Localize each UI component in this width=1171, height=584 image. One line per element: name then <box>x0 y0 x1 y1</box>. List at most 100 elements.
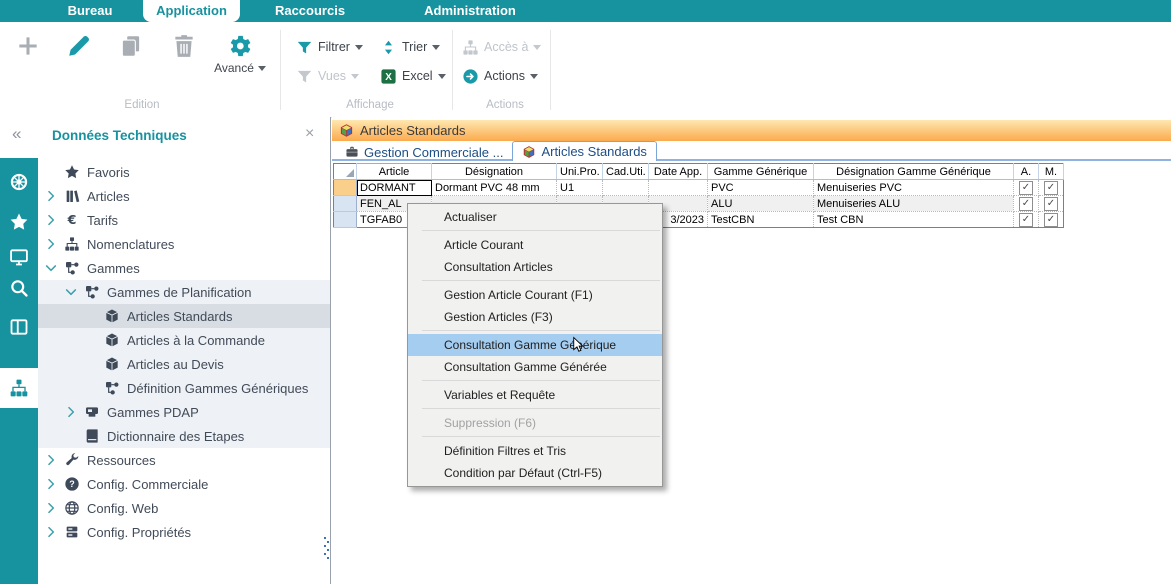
actions-button[interactable]: Actions <box>462 65 538 87</box>
menu-item-condition-par-defaut-ctrl-f5[interactable]: Condition par Défaut (Ctrl-F5) <box>408 462 662 484</box>
cell-designation_gamme[interactable]: Test CBN <box>814 212 1014 228</box>
menu-tab-application[interactable]: Application <box>143 0 240 22</box>
rail-item-technical-data-tree[interactable] <box>0 368 38 408</box>
branch-icon <box>64 260 80 276</box>
column-header-uni-pro[interactable]: Uni.Pro. <box>557 164 603 180</box>
sidebar-item-articles-standards[interactable]: Articles Standards <box>38 304 330 328</box>
rail-item-search[interactable] <box>0 268 38 308</box>
chevron-right-icon[interactable] <box>44 525 58 539</box>
cell-designation[interactable]: Dormant PVC 48 mm <box>432 180 557 196</box>
column-header-gamme-generique[interactable]: Gamme Générique <box>708 164 814 180</box>
chevron-right-icon[interactable] <box>44 237 58 251</box>
chevron-right-icon[interactable] <box>64 405 78 419</box>
avance-button[interactable]: Avancé <box>205 33 275 75</box>
chevron-right-icon[interactable] <box>44 189 58 203</box>
cell-gamme_generique[interactable]: TestCBN <box>708 212 814 228</box>
delete-button[interactable] <box>171 33 197 59</box>
sidebar-collapse-button[interactable]: « <box>12 124 21 144</box>
chevron-right-icon[interactable] <box>44 453 58 467</box>
checkbox-checked[interactable]: ✓ <box>1044 197 1058 211</box>
sidebar-item-config-commerciale[interactable]: ?Config. Commerciale <box>38 472 330 496</box>
favorites-star-icon <box>9 212 29 232</box>
star-icon <box>64 164 80 180</box>
cell-gamme_generique[interactable]: PVC <box>708 180 814 196</box>
copy-button[interactable] <box>118 33 144 59</box>
row-selector[interactable] <box>334 196 357 212</box>
sidebar-item-label: Gammes <box>87 261 140 276</box>
doc-tab-gestion-commerciale[interactable]: Gestion Commerciale ... <box>336 143 512 161</box>
sidebar-item-ressources[interactable]: Ressources <box>38 448 330 472</box>
sidebar-item-dictionnaire-des-etapes[interactable]: Dictionnaire des Etapes <box>38 424 330 448</box>
column-header-date-app[interactable]: Date App. <box>649 164 708 180</box>
cell-designation_gamme[interactable]: Menuiseries PVC <box>814 180 1014 196</box>
excel-export-button[interactable]: X Excel <box>380 65 446 87</box>
sidebar-splitter[interactable] <box>330 117 331 584</box>
column-header-article[interactable]: Article <box>357 164 432 180</box>
trier-button[interactable]: Trier <box>380 36 440 58</box>
menu-tab-raccourcis[interactable]: Raccourcis <box>255 0 365 22</box>
sidebar-item-label: Articles <box>87 189 130 204</box>
column-header-designation[interactable]: Désignation <box>432 164 557 180</box>
sidebar-item-config-proprietes[interactable]: Config. Propriétés <box>38 520 330 544</box>
sidebar-item-nomenclatures[interactable]: Nomenclatures <box>38 232 330 256</box>
column-header-cad-uti[interactable]: Cad.Uti. <box>603 164 649 180</box>
cell-article[interactable]: DORMANT <box>357 180 432 196</box>
menu-item-gestion-article-courant-f1[interactable]: Gestion Article Courant (F1) <box>408 284 662 306</box>
cell-designation_gamme[interactable]: Menuiseries ALU <box>814 196 1014 212</box>
chevron-down-icon[interactable] <box>44 261 58 275</box>
splitter-handle[interactable] <box>324 537 329 561</box>
menu-item-consultation-gamme-generee[interactable]: Consultation Gamme Générée <box>408 356 662 378</box>
checkbox-checked[interactable]: ✓ <box>1044 181 1058 195</box>
document-tabs: Gestion Commerciale ... Articles Standard… <box>336 141 657 161</box>
menu-item-definition-filtres-et-tris[interactable]: Définition Filtres et Tris <box>408 440 662 462</box>
chevron-right-icon[interactable] <box>44 213 58 227</box>
menu-item-consultation-articles[interactable]: Consultation Articles <box>408 256 662 278</box>
sidebar-item-gammes[interactable]: Gammes <box>38 256 330 280</box>
menu-item-gestion-articles-f3[interactable]: Gestion Articles (F3) <box>408 306 662 328</box>
chevron-right-icon[interactable] <box>44 477 58 491</box>
left-icon-rail <box>0 158 38 584</box>
checkbox-checked[interactable]: ✓ <box>1044 213 1058 227</box>
menu-item-actualiser[interactable]: Actualiser <box>408 206 662 228</box>
sidebar-item-tarifs[interactable]: €Tarifs <box>38 208 330 232</box>
sidebar-item-gammes-pdap[interactable]: Gammes PDAP <box>38 400 330 424</box>
cell-gamme_generique[interactable]: ALU <box>708 196 814 212</box>
sidebar-item-label: Config. Web <box>87 501 158 516</box>
cell-uni_pro[interactable]: U1 <box>557 180 603 196</box>
column-header-m[interactable]: M. <box>1039 164 1064 180</box>
sidebar-item-gammes-de-planification[interactable]: Gammes de Planification <box>38 280 330 304</box>
sidebar-item-definition-gammes-generiques[interactable]: Définition Gammes Génériques <box>38 376 330 400</box>
add-button[interactable] <box>15 33 41 59</box>
sidebar-item-config-web[interactable]: Config. Web <box>38 496 330 520</box>
menu-tab-administration[interactable]: Administration <box>400 0 540 22</box>
menu-item-variables-et-requete[interactable]: Variables et Requête <box>408 384 662 406</box>
select-all-cell[interactable] <box>334 164 357 180</box>
filtrer-button[interactable]: Filtrer <box>296 36 363 58</box>
doc-tab-label: Articles Standards <box>541 144 647 159</box>
column-header-designation-gamme-generique[interactable]: Désignation Gamme Générique <box>814 164 1014 180</box>
chevron-down-icon[interactable] <box>64 285 78 299</box>
sidebar-item-articles-a-la-commande[interactable]: Articles à la Commande <box>38 328 330 352</box>
checkbox-checked[interactable]: ✓ <box>1019 181 1033 195</box>
sidebar-item-articles-au-devis[interactable]: Articles au Devis <box>38 352 330 376</box>
row-selector[interactable] <box>334 212 357 228</box>
checkbox-checked[interactable]: ✓ <box>1019 213 1033 227</box>
edit-pencil-button[interactable] <box>66 33 92 59</box>
rail-item-layout-columns[interactable] <box>0 307 38 347</box>
column-header-a[interactable]: A. <box>1014 164 1039 180</box>
rail-item-favorites-star[interactable] <box>0 202 38 242</box>
doc-tab-articles-standards[interactable]: Articles Standards <box>512 141 657 161</box>
sidebar-item-favoris[interactable]: Favoris <box>38 160 330 184</box>
row-selector[interactable] <box>334 180 357 196</box>
rail-item-settings-wheel[interactable] <box>0 162 38 202</box>
menu-separator <box>408 278 662 284</box>
menu-item-article-courant[interactable]: Article Courant <box>408 234 662 256</box>
cell-date_app[interactable] <box>649 180 708 196</box>
menu-tab-bureau[interactable]: Bureau <box>45 0 135 22</box>
sidebar-close-button[interactable]: × <box>305 125 314 143</box>
sidebar-item-articles[interactable]: Articles <box>38 184 330 208</box>
cell-cad_uti[interactable] <box>603 180 649 196</box>
checkbox-checked[interactable]: ✓ <box>1019 197 1033 211</box>
menu-item-consultation-gamme-generique[interactable]: Consultation Gamme Générique <box>408 334 662 356</box>
chevron-right-icon[interactable] <box>44 501 58 515</box>
